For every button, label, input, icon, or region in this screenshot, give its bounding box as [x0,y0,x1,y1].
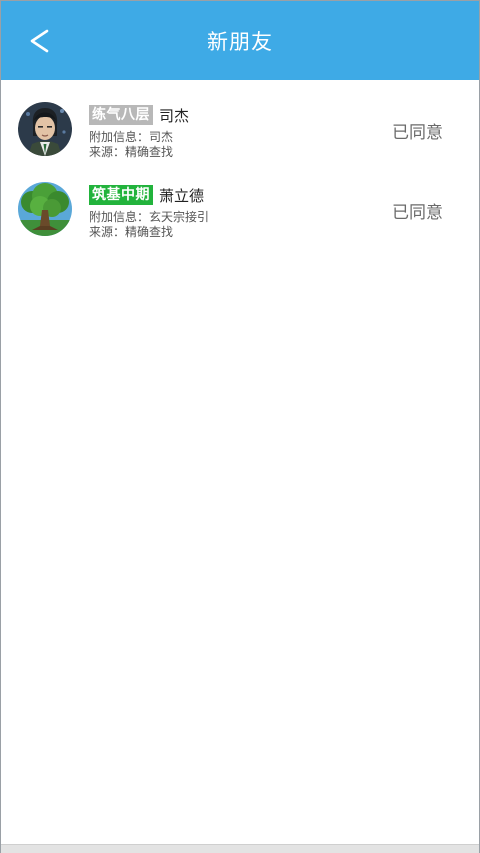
source-text: 来源：精确查找 [89,225,174,239]
portrait-avatar[interactable] [18,102,72,156]
back-button[interactable] [19,23,59,59]
extra-info-text: 附加信息：司杰 [89,130,174,144]
source-text: 来源：精确查找 [89,145,174,159]
list-item[interactable]: 筑基中期 萧立德 附加信息：玄天宗接引 来源：精确查找 已同意 [1,160,479,240]
app-window: 新朋友 练气八层 司杰 附加信息：司杰 来源：精确查找 已同意 筑基中期 萧立德… [0,0,480,853]
chevron-left-icon [30,29,49,53]
page-title: 新朋友 [207,29,273,54]
name-line: 练气八层 司杰 [89,104,189,126]
friend-request-list: 练气八层 司杰 附加信息：司杰 来源：精确查找 已同意 筑基中期 萧立德 附加信… [1,80,479,240]
name-line: 筑基中期 萧立德 [89,184,209,206]
top-bar: 新朋友 [1,1,479,80]
request-info: 练气八层 司杰 附加信息：司杰 来源：精确查找 [89,104,189,160]
bottom-edge [1,844,479,853]
friend-name: 萧立德 [159,186,205,205]
status-accepted: 已同意 [392,123,443,143]
tree-avatar[interactable] [18,182,72,236]
rank-badge: 练气八层 [89,105,153,125]
list-item[interactable]: 练气八层 司杰 附加信息：司杰 来源：精确查找 已同意 [1,80,479,160]
extra-info-text: 附加信息：玄天宗接引 [89,210,210,224]
friend-name: 司杰 [159,106,190,125]
rank-badge: 筑基中期 [89,185,153,205]
status-accepted: 已同意 [392,203,443,223]
request-info: 筑基中期 萧立德 附加信息：玄天宗接引 来源：精确查找 [89,184,209,240]
